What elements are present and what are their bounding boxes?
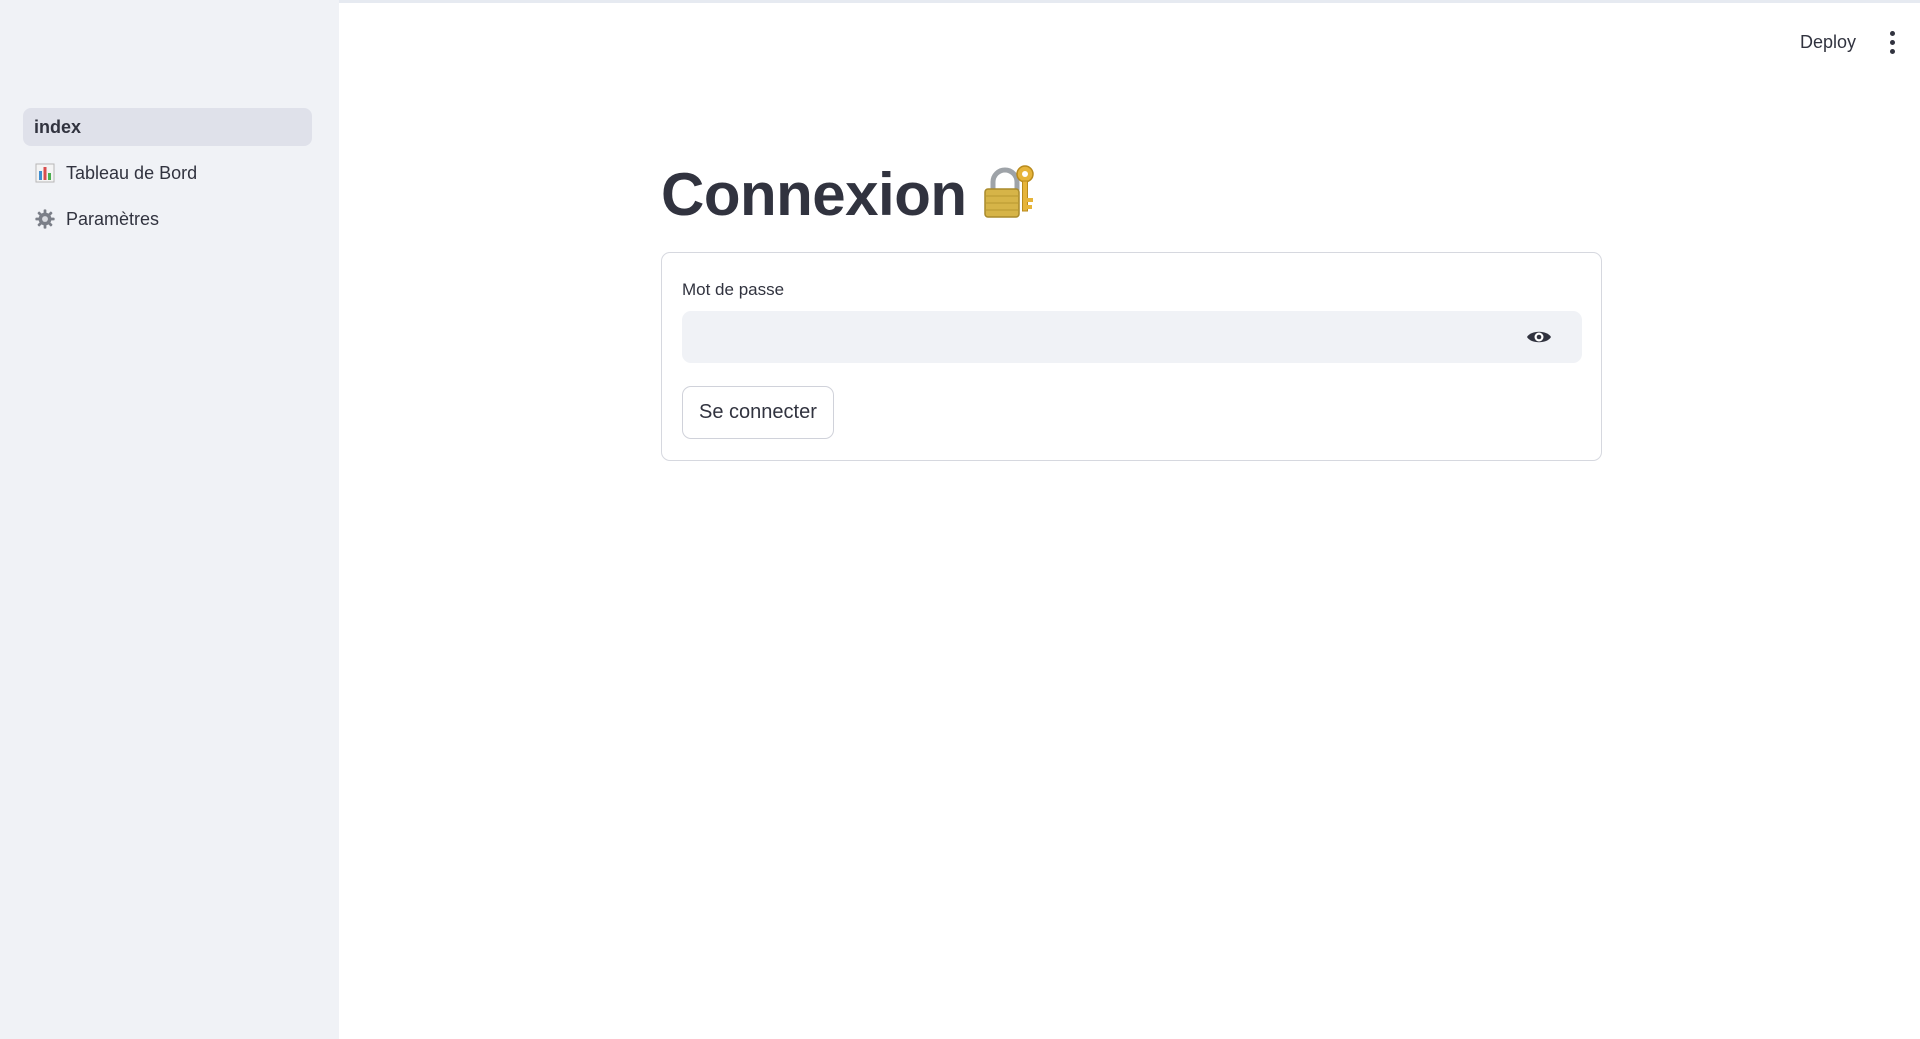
sidebar-item-label: index xyxy=(34,116,82,137)
sidebar-nav: index Tableau de Bord Paramètres xyxy=(23,108,312,246)
sidebar-item-index[interactable]: index xyxy=(23,108,312,146)
password-label: Mot de passe xyxy=(682,280,785,299)
password-field-container xyxy=(682,311,1582,363)
main-content: Deploy xyxy=(339,0,1920,1039)
sidebar: index Tableau de Bord Paramètres xyxy=(0,0,339,1039)
deploy-button[interactable]: Deploy xyxy=(1800,32,1856,53)
sidebar-item-tableau-de-bord[interactable]: Tableau de Bord xyxy=(23,154,312,192)
header-toolbar: Deploy xyxy=(1800,28,1902,56)
locked-with-key-icon xyxy=(979,162,1039,227)
login-button[interactable]: Se connecter xyxy=(682,386,834,439)
page-title-text: Connexion xyxy=(661,161,967,228)
page-title: Connexion xyxy=(661,160,1039,229)
sidebar-item-label: Tableau de Bord xyxy=(66,162,198,183)
kebab-menu-icon[interactable] xyxy=(1882,28,1902,56)
sidebar-item-label: Paramètres xyxy=(66,208,160,229)
sidebar-item-parametres[interactable]: Paramètres xyxy=(23,200,312,238)
eye-icon[interactable] xyxy=(1524,322,1554,352)
gear-icon xyxy=(34,208,56,230)
login-form: Mot de passe Se connecter xyxy=(661,252,1602,461)
bar-chart-icon xyxy=(34,162,56,184)
password-input[interactable] xyxy=(682,311,1524,363)
